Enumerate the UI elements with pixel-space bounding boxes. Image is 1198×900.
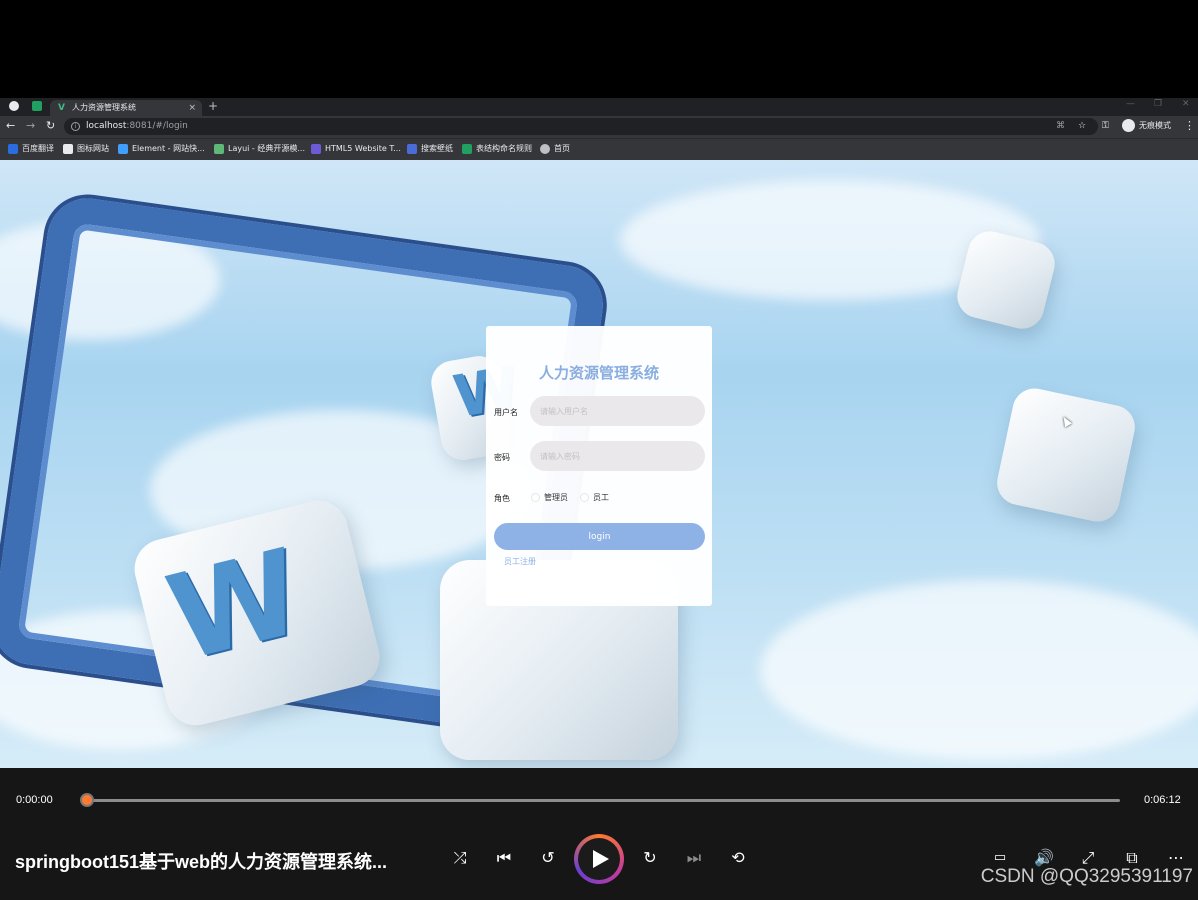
url-path: :8081/#/login — [126, 121, 188, 131]
html5-icon — [311, 143, 321, 154]
login-title: 人力资源管理系统 — [538, 364, 659, 382]
doc-icon — [462, 143, 472, 154]
play-icon — [593, 850, 609, 868]
bookmark-item[interactable]: Element - 网站快... — [118, 143, 205, 155]
wallpaper-icon — [407, 143, 417, 154]
previous-icon[interactable]: ⏮ — [492, 846, 516, 870]
bookmark-item[interactable]: 表结构命名规则 — [462, 143, 532, 155]
flag-icon — [63, 143, 73, 154]
element-logo-icon — [118, 143, 128, 154]
new-tab-icon[interactable]: + — [208, 99, 218, 113]
tab-active[interactable]: V 人力资源管理系统 × — [50, 100, 202, 116]
bookmark-item[interactable]: 百度翻译 — [8, 143, 54, 155]
username-input[interactable] — [530, 396, 705, 426]
password-label: 密码 — [494, 453, 510, 462]
bookmark-item[interactable]: Layui - 经典开源模... — [214, 143, 305, 155]
bookmarks-bar: 百度翻译 图标网站 Element - 网站快... Layui - 经典开源模… — [0, 138, 1198, 160]
next-icon[interactable]: ⏭ — [682, 846, 706, 870]
more-menu-icon[interactable]: ⋮ — [1184, 119, 1195, 133]
cloud-decoration — [760, 580, 1198, 760]
cube-decoration — [993, 384, 1139, 526]
reload-icon[interactable]: ↻ — [46, 119, 55, 133]
layui-logo-icon — [214, 143, 224, 154]
repeat-off-icon[interactable]: ⟲ — [726, 846, 750, 870]
url-host: localhost — [86, 121, 127, 131]
register-link[interactable]: 员工注册 — [504, 556, 536, 567]
tab-strip: V 人力资源管理系统 × + — ❐ ✕ — [0, 98, 1198, 116]
address-bar[interactable]: i localhost:8081/#/login ⌘ ☆ — [64, 118, 1098, 135]
seek-bar[interactable] — [86, 799, 1120, 802]
login-button[interactable]: login — [494, 523, 705, 550]
bookmark-label: HTML5 Website T... — [325, 144, 401, 153]
incognito-profile[interactable]: 无痕模式 — [1122, 119, 1171, 133]
bookmark-label: 首页 — [554, 144, 570, 153]
bookmark-label: Element - 网站快... — [132, 144, 205, 153]
close-window-icon[interactable]: ✕ — [1182, 99, 1190, 109]
password-input[interactable] — [530, 441, 705, 471]
maximize-icon[interactable]: ❐ — [1154, 99, 1162, 109]
bookmark-favicon-icon — [8, 143, 18, 154]
total-time: 0:06:12 — [1144, 794, 1181, 806]
role-employee-label: 员工 — [593, 493, 609, 502]
vue-logo-icon: V — [58, 103, 65, 113]
role-label: 角色 — [494, 494, 510, 503]
role-radio-employee[interactable]: 员工 — [580, 493, 609, 503]
incognito-avatar-icon — [1122, 119, 1135, 132]
bookmark-label: 搜索壁纸 — [421, 144, 453, 153]
play-button[interactable] — [574, 834, 624, 884]
rewind-10-icon[interactable]: ↺ — [536, 846, 560, 870]
bookmark-label: 图标网站 — [77, 144, 109, 153]
incognito-label: 无痕模式 — [1139, 121, 1171, 130]
role-radio-admin[interactable]: 管理员 — [531, 493, 568, 503]
site-info-icon[interactable]: i — [71, 122, 80, 131]
translate-icon[interactable]: ⌘ — [1056, 118, 1065, 135]
bookmark-star-icon[interactable]: ☆ — [1078, 118, 1086, 135]
bookmark-item[interactable]: HTML5 Website T... — [311, 143, 401, 155]
radio-circle-icon — [580, 493, 589, 502]
bookmark-label: Layui - 经典开源模... — [228, 144, 305, 153]
address-row: ← → ↻ i localhost:8081/#/login ⌘ ☆ ⚿ 无痕模… — [0, 116, 1198, 138]
page-viewport: W W 人力资源管理系统 用户名 密码 角色 管理员 员工 login 员工注册 — [0, 160, 1198, 768]
browser-chrome: V 人力资源管理系统 × + — ❐ ✕ ← → ↻ i localhost:8… — [0, 98, 1198, 160]
screen: V 人力资源管理系统 × + — ❐ ✕ ← → ↻ i localhost:8… — [0, 0, 1198, 900]
bookmark-item[interactable]: 搜索壁纸 — [407, 143, 453, 155]
current-time: 0:00:00 — [16, 794, 53, 806]
seek-handle[interactable] — [80, 793, 94, 807]
bookmark-label: 百度翻译 — [22, 144, 54, 153]
role-admin-label: 管理员 — [544, 493, 568, 502]
back-icon[interactable]: ← — [6, 119, 15, 133]
radio-circle-icon — [531, 493, 540, 502]
key-icon[interactable]: ⚿ — [1102, 119, 1109, 133]
shuffle-icon[interactable]: ⤮ — [448, 846, 472, 870]
video-title: springboot151基于web的人力资源管理系统... — [15, 852, 388, 872]
play-button-inner — [578, 838, 620, 880]
chrome-menu-icon[interactable] — [9, 101, 19, 111]
watermark: CSDN @QQ3295391197 — [980, 866, 1193, 887]
tab-title: 人力资源管理系统 — [72, 103, 136, 112]
close-tab-icon[interactable]: × — [188, 100, 196, 116]
username-label: 用户名 — [494, 408, 518, 417]
forward-icon[interactable]: → — [26, 119, 35, 133]
globe-icon — [540, 143, 550, 154]
bookmark-item[interactable]: 图标网站 — [63, 143, 109, 155]
bookmark-label: 表结构命名规则 — [476, 144, 532, 153]
tab-search-icon[interactable] — [32, 101, 42, 111]
video-player-controls: 0:00:00 0:06:12 springboot151基于web的人力资源管… — [0, 768, 1198, 900]
login-card: 人力资源管理系统 用户名 密码 角色 管理员 员工 login 员工注册 — [486, 326, 712, 606]
forward-30-icon[interactable]: ↻ — [638, 846, 662, 870]
bookmark-item[interactable]: 首页 — [540, 143, 570, 155]
minimize-icon[interactable]: — — [1126, 99, 1135, 109]
